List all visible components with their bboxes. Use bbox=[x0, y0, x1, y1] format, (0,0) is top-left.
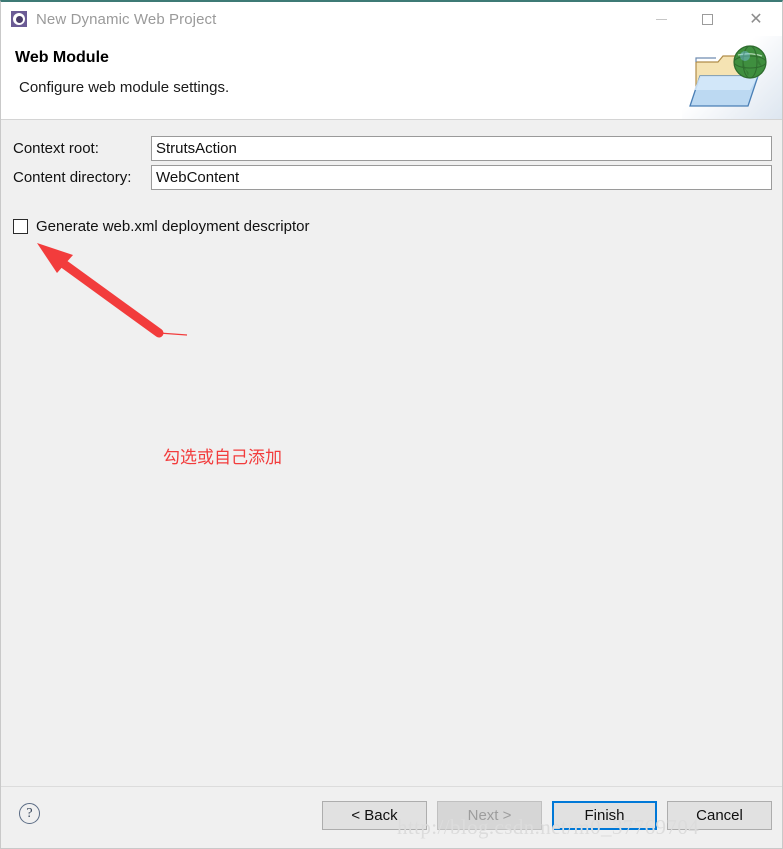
generate-webxml-row[interactable]: Generate web.xml deployment descriptor bbox=[13, 218, 309, 235]
close-icon[interactable]: ✕ bbox=[730, 2, 782, 36]
watermark-text: http://blog.csdn.net/m0_37769704 bbox=[397, 815, 700, 839]
page-title: Web Module bbox=[15, 49, 109, 66]
window-controls: ✕ bbox=[638, 2, 782, 36]
maximize-icon[interactable] bbox=[684, 2, 730, 36]
eclipse-project-icon bbox=[11, 11, 27, 27]
title-bar[interactable]: New Dynamic Web Project ✕ bbox=[1, 2, 782, 36]
context-root-label: Context root: bbox=[13, 139, 99, 157]
folder-globe-icon bbox=[682, 36, 782, 119]
content-directory-row: Content directory: WebContent bbox=[1, 164, 772, 190]
context-root-row: Context root: StrutsAction bbox=[1, 135, 772, 161]
window-title: New Dynamic Web Project bbox=[36, 10, 217, 28]
wizard-body: Context root: StrutsAction Content direc… bbox=[1, 121, 782, 786]
annotation-text: 勾选或自己添加 bbox=[163, 448, 282, 468]
content-directory-input[interactable]: WebContent bbox=[151, 164, 772, 190]
minimize-icon[interactable] bbox=[638, 2, 684, 36]
context-root-input[interactable]: StrutsAction bbox=[151, 135, 772, 161]
help-icon[interactable]: ? bbox=[19, 803, 40, 824]
page-description: Configure web module settings. bbox=[19, 79, 230, 96]
dialog-footer: ? < Back Next > Finish Cancel http://blo… bbox=[1, 786, 782, 848]
wizard-header: Web Module Configure web module settings… bbox=[1, 36, 782, 120]
content-directory-label: Content directory: bbox=[13, 168, 132, 186]
dialog-window: New Dynamic Web Project ✕ Web Module Con… bbox=[0, 0, 783, 849]
generate-webxml-checkbox[interactable] bbox=[13, 219, 28, 234]
generate-webxml-label: Generate web.xml deployment descriptor bbox=[36, 218, 310, 235]
